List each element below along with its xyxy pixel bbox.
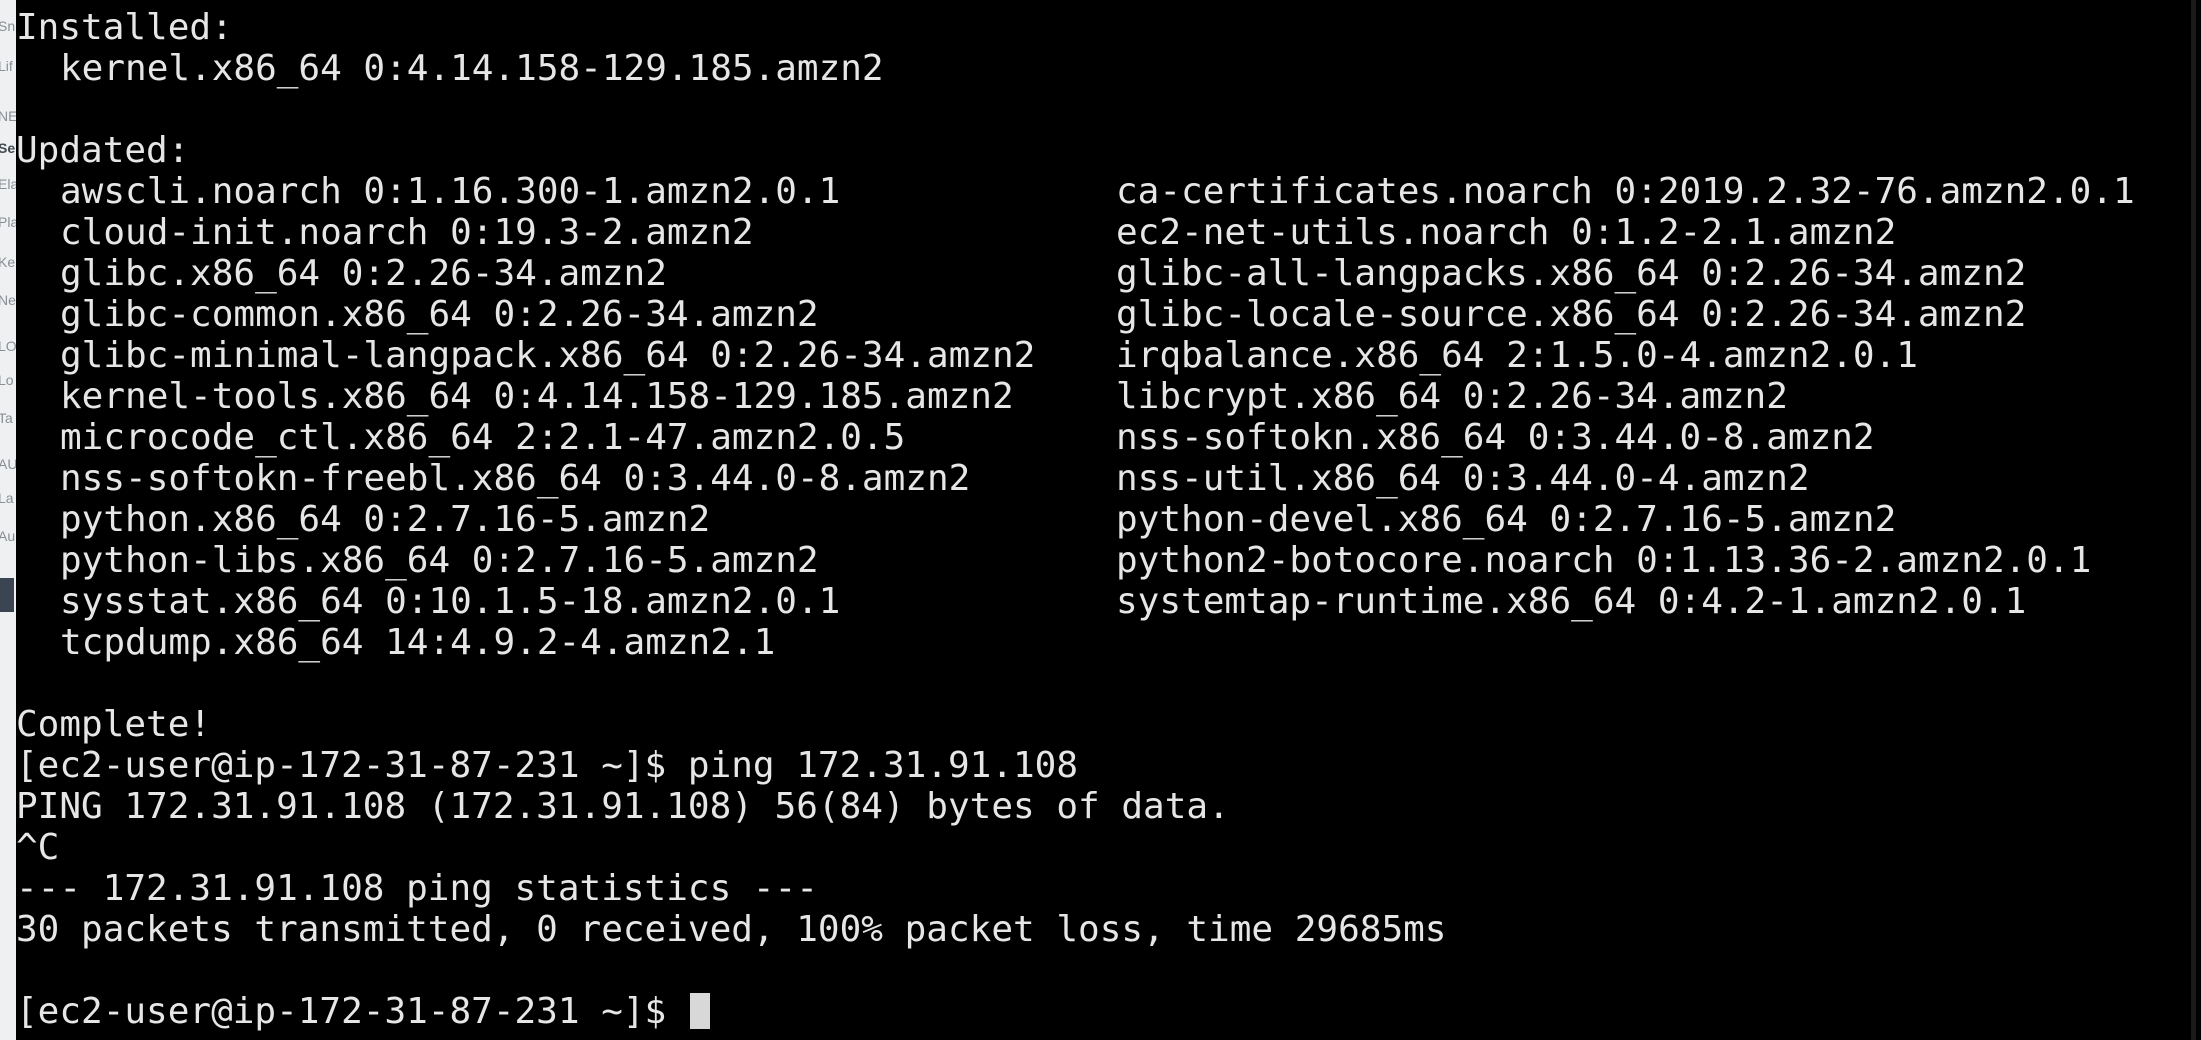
updated-package: irqbalance.x86_64 2:1.5.0-4.amzn2.0.1 (1116, 335, 1918, 376)
bg-window-text: La (0, 490, 14, 506)
bg-window-text: Ne (0, 292, 16, 308)
updated-package: glibc-minimal-langpack.x86_64 0:2.26-34.… (60, 335, 1036, 376)
updated-package: python2-botocore.noarch 0:1.13.36-2.amzn… (1116, 540, 2092, 581)
bg-window-text: Ke (0, 254, 16, 270)
updated-package: tcpdump.x86_64 14:4.9.2-4.amzn2.1 (60, 622, 776, 663)
updated-package: glibc-all-langpacks.x86_64 0:2.26-34.amz… (1116, 253, 2027, 294)
updated-package: glibc-common.x86_64 0:2.26-34.amzn2 (60, 294, 819, 335)
bg-window-text: NE (0, 108, 16, 124)
text-cursor (689, 993, 710, 1029)
terminal-window[interactable]: Installed: kernel.x86_64 0:4.14.158-129.… (16, 0, 2196, 1040)
ping-stats-header: --- 172.31.91.108 ping statistics --- (16, 868, 818, 909)
desktop-screen: Sn Lif NE Se Ela Pla Ke Ne LO Lo Ta AU L… (0, 0, 2201, 1040)
updated-package: ca-certificates.noarch 0:2019.2.32-76.am… (1116, 171, 2135, 212)
updated-package: sysstat.x86_64 0:10.1.5-18.amzn2.0.1 (60, 581, 841, 622)
ping-command-line: [ec2-user@ip-172-31-87-231 ~]$ ping 172.… (16, 745, 1079, 786)
updated-package: glibc-locale-source.x86_64 0:2.26-34.amz… (1116, 294, 2027, 335)
interrupt-line: ^C (16, 827, 60, 868)
updated-header: Updated: (16, 130, 190, 171)
updated-package: python-devel.x86_64 0:2.7.16-5.amzn2 (1116, 499, 1897, 540)
updated-package: awscli.noarch 0:1.16.300-1.amzn2.0.1 (60, 171, 841, 212)
bg-window-text: Ta (0, 410, 13, 426)
bg-window-text: LO (0, 338, 16, 354)
updated-package: nss-softokn.x86_64 0:3.44.0-8.amzn2 (1116, 417, 1875, 458)
updated-package: python.x86_64 0:2.7.16-5.amzn2 (60, 499, 711, 540)
updated-package: nss-softokn-freebl.x86_64 0:3.44.0-8.amz… (60, 458, 971, 499)
ping-header: PING 172.31.91.108 (172.31.91.108) 56(84… (16, 786, 1230, 827)
background-browser-window[interactable]: Sn Lif NE Se Ela Pla Ke Ne LO Lo Ta AU L… (0, 0, 16, 1040)
ping-stats-result: 30 packets transmitted, 0 received, 100%… (16, 909, 1447, 950)
bg-window-text: Se (0, 140, 16, 156)
installed-header: Installed: (16, 7, 233, 48)
bg-window-text: Ela (0, 176, 16, 192)
updated-package: ec2-net-utils.noarch 0:1.2-2.1.amzn2 (1116, 212, 1897, 253)
bg-window-text: AU (0, 456, 16, 472)
terminal-scrollbar[interactable] (2191, 0, 2196, 1040)
updated-package: python-libs.x86_64 0:2.7.16-5.amzn2 (60, 540, 819, 581)
bg-window-text: Sn (0, 18, 16, 34)
bg-window-text: Lo (0, 372, 14, 388)
installed-package: kernel.x86_64 0:4.14.158-129.185.amzn2 (60, 48, 884, 89)
bg-window-text: Lif (0, 58, 13, 74)
command-prompt[interactable]: [ec2-user@ip-172-31-87-231 ~]$ (16, 991, 710, 1032)
updated-package: nss-util.x86_64 0:3.44.0-4.amzn2 (1116, 458, 1810, 499)
bg-window-text: Au (0, 528, 16, 544)
updated-package: glibc.x86_64 0:2.26-34.amzn2 (60, 253, 667, 294)
updated-package: microcode_ctl.x86_64 2:2.1-47.amzn2.0.5 (60, 417, 906, 458)
prompt-text: [ec2-user@ip-172-31-87-231 ~]$ (16, 991, 688, 1032)
bg-window-text: Pla (0, 214, 16, 230)
updated-package: cloud-init.noarch 0:19.3-2.amzn2 (60, 212, 754, 253)
complete-message: Complete! (16, 704, 212, 745)
updated-package: kernel-tools.x86_64 0:4.14.158-129.185.a… (60, 376, 1014, 417)
bg-window-dark-tab[interactable] (0, 578, 14, 612)
updated-package: systemtap-runtime.x86_64 0:4.2-1.amzn2.0… (1116, 581, 2027, 622)
updated-package: libcrypt.x86_64 0:2.26-34.amzn2 (1116, 376, 1788, 417)
